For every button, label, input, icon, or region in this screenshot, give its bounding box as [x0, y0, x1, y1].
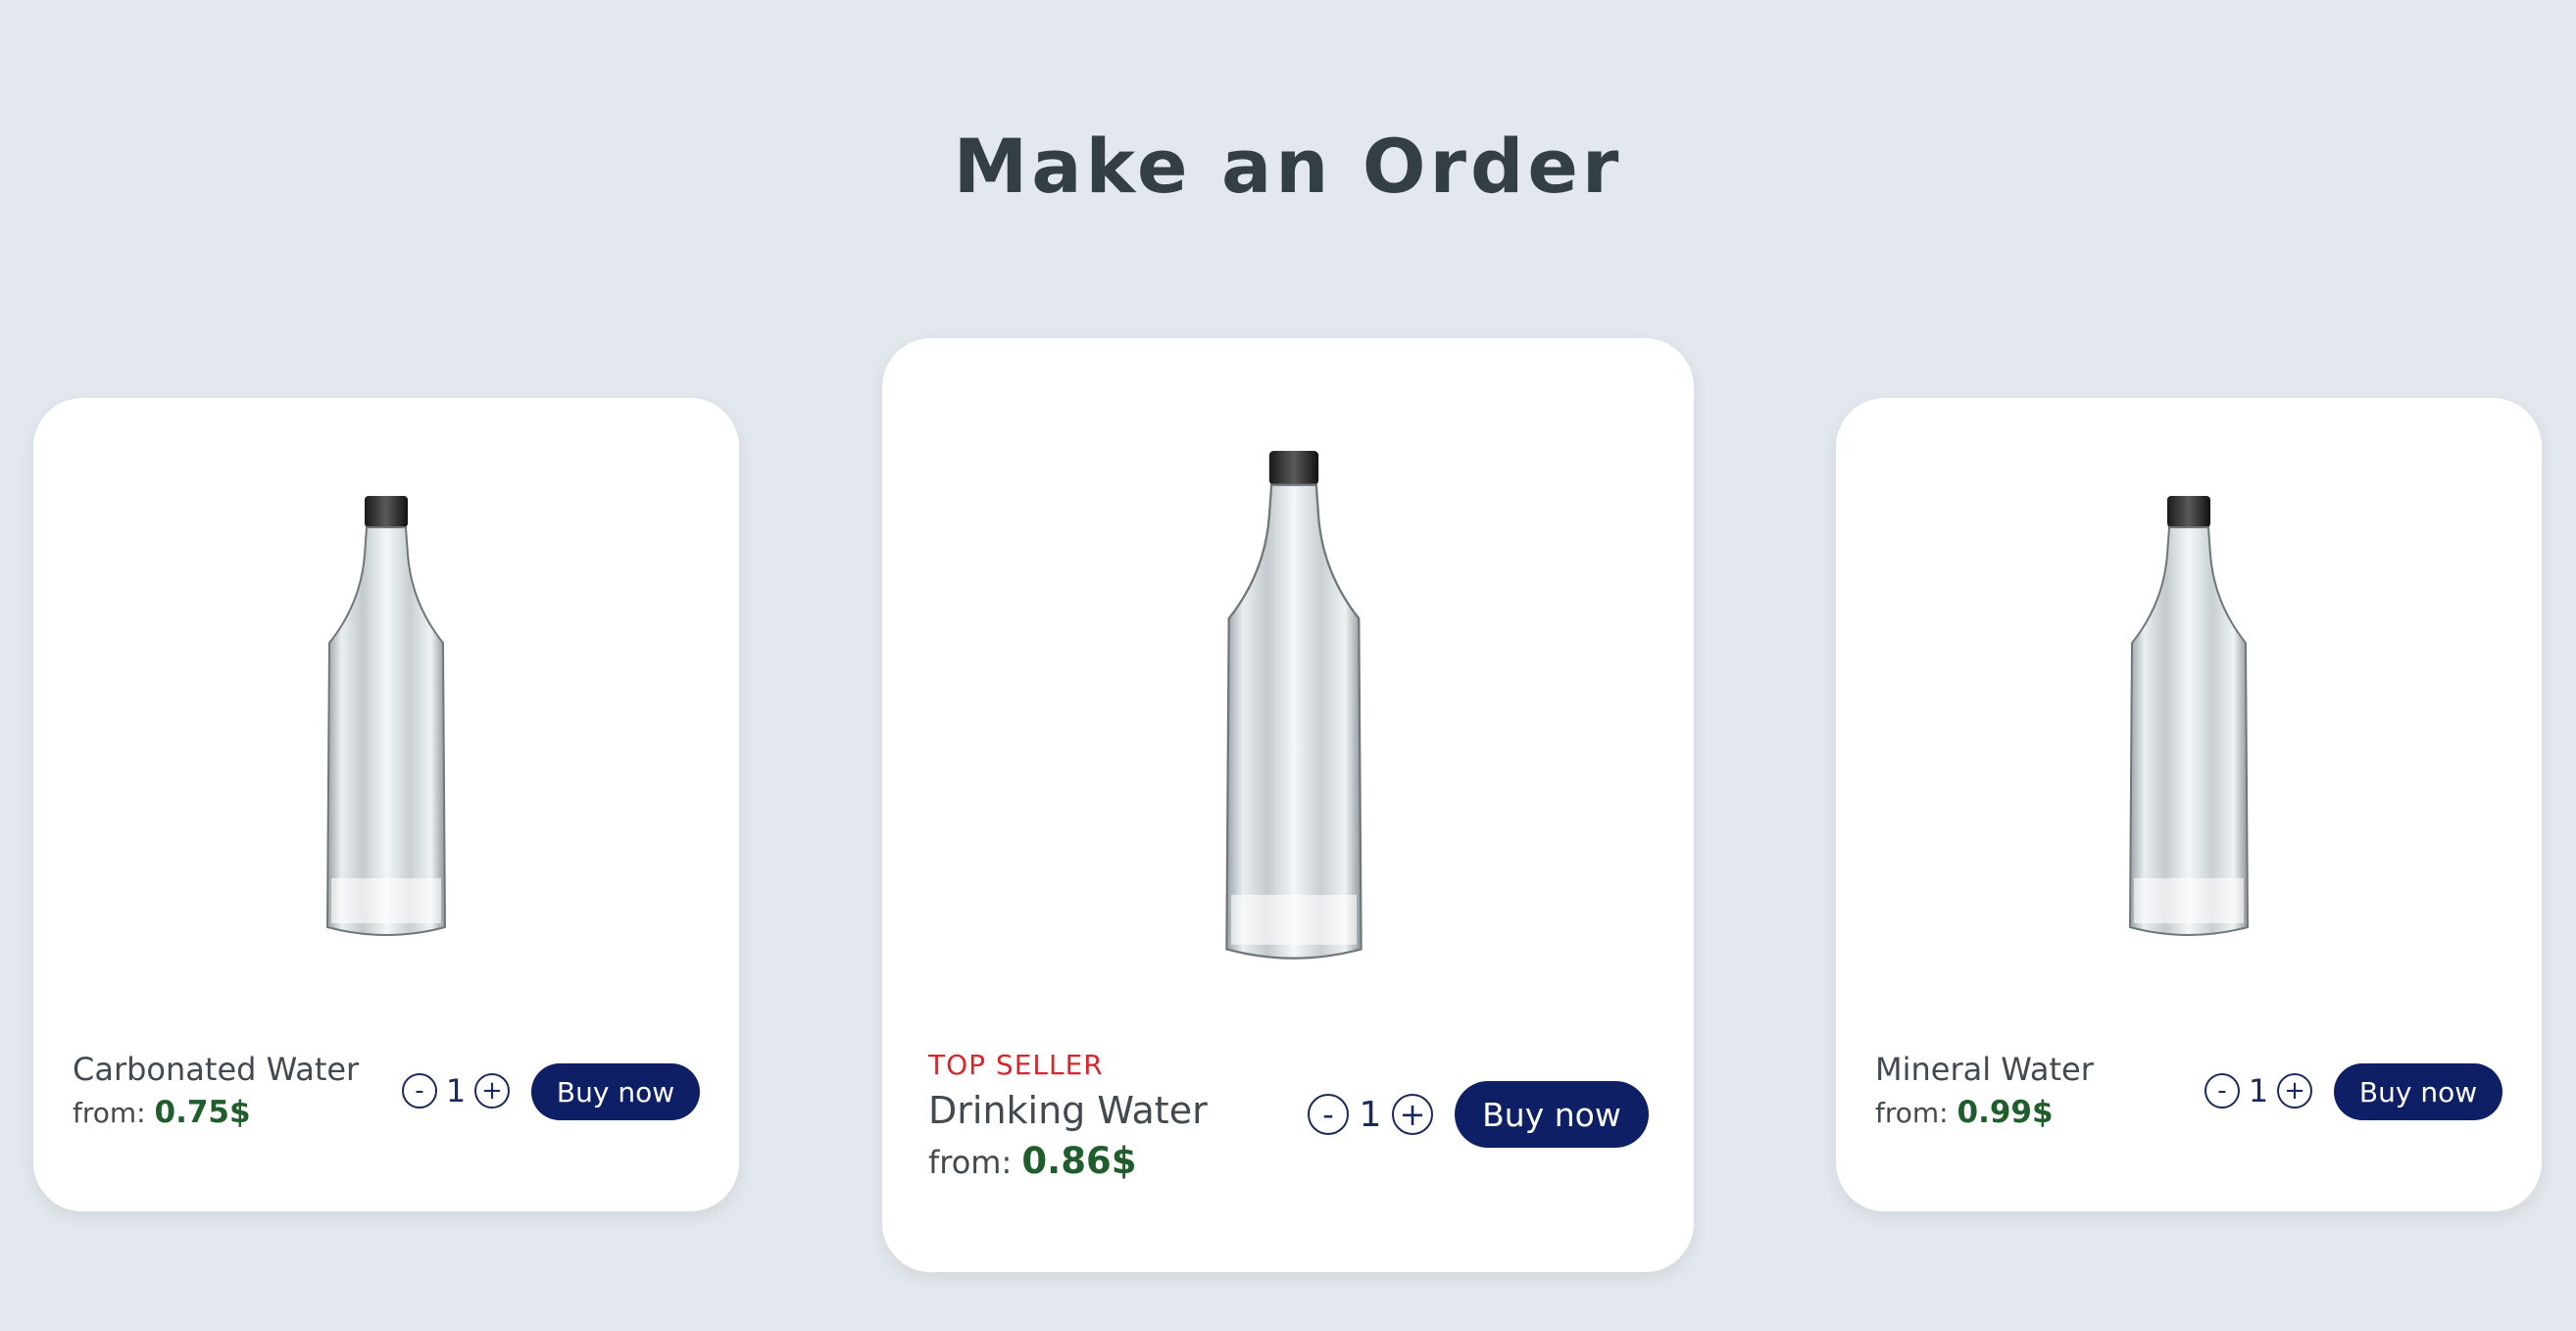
buy-now-button[interactable]: Buy now	[2334, 1063, 2502, 1120]
quantity-value: 1	[445, 1072, 467, 1109]
product-info: TOP SELLER Drinking Water from: 0.86$	[928, 1046, 1208, 1188]
quantity-stepper: - 1 +	[1308, 1094, 1433, 1135]
from-label: from:	[73, 1097, 146, 1129]
price-line: from: 0.99$	[1875, 1091, 2094, 1135]
quantity-stepper: - 1 +	[402, 1072, 510, 1109]
product-info: Mineral Water from: 0.99$	[1875, 1048, 2094, 1135]
quantity-value: 1	[2248, 1072, 2269, 1109]
page-title: Make an Order	[953, 123, 1623, 210]
decrease-quantity-button[interactable]: -	[2204, 1073, 2240, 1109]
product-name: Mineral Water	[1875, 1051, 2094, 1088]
product-name: Carbonated Water	[73, 1051, 360, 1088]
product-info: Carbonated Water from: 0.75$	[73, 1048, 359, 1135]
quantity-stepper: - 1 +	[2204, 1072, 2312, 1109]
decrease-quantity-button[interactable]: -	[402, 1073, 437, 1109]
water-bottle-icon	[2128, 496, 2250, 936]
water-bottle-icon	[1225, 451, 1362, 960]
increase-quantity-button[interactable]: +	[2277, 1073, 2312, 1109]
price-line: from: 0.86$	[928, 1136, 1208, 1188]
price-line: from: 0.75$	[73, 1091, 359, 1135]
product-card-carbonated-water: Carbonated Water from: 0.75$ - 1 + Buy n…	[33, 398, 739, 1211]
price-value: 0.86$	[1021, 1140, 1137, 1182]
quantity-value: 1	[1359, 1094, 1382, 1135]
price-value: 0.99$	[1957, 1095, 2054, 1130]
decrease-quantity-button[interactable]: -	[1308, 1094, 1349, 1135]
price-value: 0.75$	[154, 1095, 251, 1130]
buy-now-button[interactable]: Buy now	[531, 1063, 700, 1120]
buy-now-button[interactable]: Buy now	[1455, 1081, 1649, 1148]
increase-quantity-button[interactable]: +	[1392, 1094, 1433, 1135]
from-label: from:	[1875, 1097, 1949, 1129]
water-bottle-icon	[325, 496, 447, 936]
product-card-drinking-water: TOP SELLER Drinking Water from: 0.86$ - …	[882, 338, 1694, 1272]
increase-quantity-button[interactable]: +	[474, 1073, 510, 1109]
from-label: from:	[928, 1144, 1013, 1181]
product-card-mineral-water: Mineral Water from: 0.99$ - 1 + Buy now	[1836, 398, 2542, 1211]
top-seller-badge: TOP SELLER	[928, 1049, 1104, 1081]
product-name: Drinking Water	[928, 1089, 1208, 1132]
